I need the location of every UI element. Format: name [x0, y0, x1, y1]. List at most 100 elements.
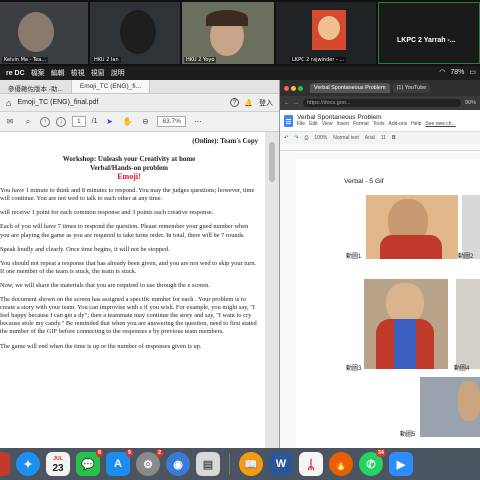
- page-up-icon[interactable]: ↑: [40, 116, 50, 127]
- participant-tile-active[interactable]: LKPC 2 Yarrah -...: [378, 2, 480, 64]
- gdoc-menu-insert[interactable]: Insert: [336, 121, 349, 127]
- status-area: ◠ 78% ▭: [439, 68, 476, 77]
- calendar-icon[interactable]: JUL 23: [46, 452, 70, 476]
- pdf-titlebar: ⌂ Emoji_TC (ENG)_final.pdf ? 🔔 登入: [0, 94, 279, 112]
- books-icon[interactable]: 📖: [239, 452, 263, 476]
- doc-paragraph: The game will end when the time is up or…: [0, 342, 202, 350]
- page-number-input[interactable]: 1: [72, 116, 86, 127]
- google-docs-icon[interactable]: [284, 114, 293, 127]
- messages-badge: 8: [95, 449, 103, 457]
- help-button[interactable]: ?: [230, 98, 240, 107]
- login-button[interactable]: 登入: [259, 98, 273, 108]
- safari-icon[interactable]: ✦: [16, 452, 40, 476]
- system-settings-icon[interactable]: ⚙ 2: [136, 449, 163, 476]
- browser-tab[interactable]: (1) YouTube: [392, 83, 431, 93]
- participant-tile[interactable]: LKPC 2 rajwinder - ...: [288, 2, 376, 64]
- menu-help[interactable]: 說明: [111, 68, 125, 78]
- gif-image-2[interactable]: [462, 195, 480, 259]
- select-cursor-icon[interactable]: ➤: [103, 116, 115, 128]
- pdf-tab[interactable]: 參優雜佐版本 -助...: [0, 80, 72, 93]
- settings-badge: 2: [155, 449, 163, 457]
- style-select[interactable]: Normal text: [333, 135, 359, 141]
- menu-view[interactable]: 檢視: [71, 68, 85, 78]
- font-size-select[interactable]: 11: [381, 135, 386, 141]
- wifi-icon[interactable]: ◠: [439, 68, 445, 76]
- doc-paragraph: You should not repeat a response that ha…: [0, 259, 257, 275]
- browser-zoom[interactable]: 90%: [465, 100, 476, 106]
- mac-dock: ✦ JUL 23 💬 8 A9 ⚙ 2 ◉ ▤ 📖 W ᛦ 🔥 ✆ 34 ▶: [0, 448, 480, 480]
- gdoc-menu-view[interactable]: View: [322, 121, 333, 127]
- pdf-scrollbar[interactable]: [265, 132, 279, 448]
- gdoc-zoom-select[interactable]: 100%: [314, 135, 327, 141]
- notification-icon[interactable]: 🔔: [244, 99, 253, 107]
- more-options-icon[interactable]: ⋯: [192, 116, 204, 128]
- word-icon[interactable]: W: [269, 452, 293, 476]
- acrobat-icon[interactable]: ᛦ: [299, 452, 323, 476]
- gdoc-menu-tools[interactable]: Tools: [373, 121, 385, 127]
- gdoc-menu-format[interactable]: Format: [353, 121, 369, 127]
- doc-paragraph: You have 1 minute to think and 8 minutes…: [0, 187, 255, 203]
- hand-tool-icon[interactable]: ✋: [121, 116, 133, 128]
- preview-icon[interactable]: ▤: [196, 452, 220, 476]
- battery-icon[interactable]: ▭: [469, 68, 476, 76]
- home-icon[interactable]: ⌂: [6, 98, 11, 108]
- participant-tile[interactable]: HKU 2 Yoyo: [182, 2, 274, 64]
- search-icon[interactable]: ⌕: [22, 116, 34, 128]
- zoom-app-icon[interactable]: ▶: [389, 452, 413, 476]
- gdoc-menu-addons[interactable]: Add-ons: [388, 121, 407, 127]
- gif-image-4[interactable]: [456, 279, 480, 369]
- minimize-window-icon[interactable]: [291, 85, 296, 91]
- pdf-window-title: Emoji_TC (ENG)_final.pdf: [17, 99, 99, 106]
- zoom-out-icon[interactable]: ⊖: [139, 116, 151, 128]
- participant-name: LKPC 2 rajwinder - ...: [290, 57, 347, 63]
- gif-label-2: 動圖2: [458, 254, 474, 260]
- bold-icon[interactable]: B: [392, 135, 396, 141]
- gdoc-toolbar: ↶ ↷ ⎙ 100% Normal text Arial 11 B: [280, 132, 480, 144]
- mail-icon[interactable]: ✉: [4, 116, 16, 128]
- gdoc-ruler[interactable]: [280, 144, 480, 151]
- messages-icon[interactable]: 💬 8: [76, 449, 103, 476]
- menu-file[interactable]: 檔案: [31, 68, 45, 78]
- whatsapp-icon[interactable]: ✆ 34: [359, 449, 386, 476]
- menu-edit[interactable]: 編輯: [51, 68, 65, 78]
- gdoc-see-changes-link[interactable]: See new ch...: [425, 121, 455, 127]
- doc-paragraph: Speak loudly and clearly. Once time begi…: [0, 245, 170, 253]
- pdf-tab-active[interactable]: Emoji_TC (ENG)_fi...: [71, 80, 150, 93]
- gif-image-3[interactable]: [364, 279, 448, 369]
- participant-tile[interactable]: HKU 2 Ian: [90, 2, 180, 64]
- page-down-icon[interactable]: ↓: [56, 116, 66, 127]
- zoom-level-select[interactable]: 63.7%: [157, 116, 186, 127]
- undo-icon[interactable]: ↶: [284, 135, 288, 141]
- gdoc-title[interactable]: Verbal Spontaneous Problem: [297, 114, 456, 121]
- redo-icon[interactable]: ↷: [294, 135, 298, 141]
- font-select[interactable]: Arial: [365, 135, 375, 141]
- browser-window: Verbal Spontaneous Problem (1) YouTube ←…: [280, 80, 480, 448]
- back-icon[interactable]: ←: [284, 100, 290, 106]
- firefox-icon[interactable]: 🔥: [329, 452, 353, 476]
- forward-icon[interactable]: →: [294, 100, 300, 106]
- gdoc-page[interactable]: Verbal - 5 Gif 動圖1 動圖2 動圖3 動圖4 動圖5: [296, 159, 480, 448]
- scroll-thumb[interactable]: [269, 142, 275, 182]
- menu-app-name[interactable]: re DC: [6, 70, 25, 77]
- gdoc-header: Verbal Spontaneous Problem File Edit Vie…: [280, 110, 480, 132]
- participant-name: HKU 2 Yoyo: [184, 57, 217, 63]
- close-window-icon[interactable]: [284, 85, 289, 91]
- mac-menu-bar: re DC 檔案 編輯 檢視 視窗 說明 ◠ 78% ▭: [0, 66, 480, 80]
- print-icon[interactable]: ⎙: [304, 135, 308, 141]
- menu-window[interactable]: 視窗: [91, 68, 105, 78]
- maximize-window-icon[interactable]: [298, 85, 303, 91]
- gdoc-menu-edit[interactable]: Edit: [309, 121, 318, 127]
- participant-tile[interactable]: Kelvin Ma - Tea...: [0, 2, 88, 64]
- gif-label-1: 動圖1: [346, 254, 362, 260]
- gdoc-menu-file[interactable]: File: [297, 121, 305, 127]
- app-store-icon[interactable]: A9: [106, 449, 133, 476]
- doc-paragraph: Each of you will have 7 times to respond…: [0, 223, 249, 239]
- gif-image-5[interactable]: [420, 377, 480, 437]
- gdoc-menu-help[interactable]: Help: [411, 121, 421, 127]
- url-input[interactable]: https://docs.goo...: [303, 99, 461, 107]
- zoom-participant-strip: Kelvin Ma - Tea... HKU 2 Ian HKU 2 Yoyo …: [0, 0, 480, 66]
- gif-image-1[interactable]: [366, 195, 458, 259]
- app-icon-partial[interactable]: [0, 452, 10, 476]
- chrome-icon[interactable]: ◉: [166, 452, 190, 476]
- browser-tab-active[interactable]: Verbal Spontaneous Problem: [310, 83, 390, 93]
